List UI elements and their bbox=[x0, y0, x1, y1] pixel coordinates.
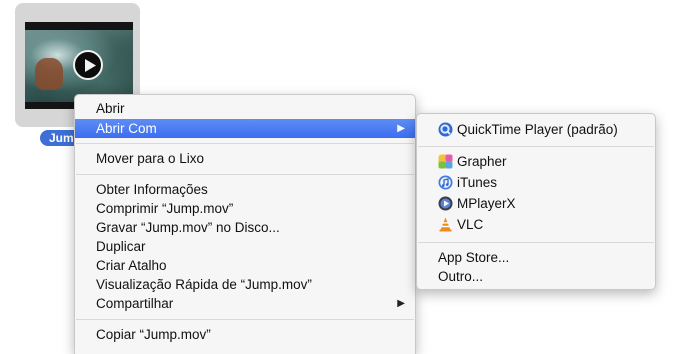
menu-separator bbox=[76, 319, 414, 320]
app-item-label: QuickTime Player (padrão) bbox=[457, 122, 618, 137]
open-with-submenu: QuickTime Player (padrão) Grapher iTunes… bbox=[416, 113, 656, 290]
submenu-item-app-store[interactable]: App Store... bbox=[417, 248, 655, 267]
menu-item-visualizacao-rapida[interactable]: Visualização Rápida de “Jump.mov” bbox=[75, 275, 415, 294]
context-menu: Abrir Abrir Com ▶ Mover para o Lixo Obte… bbox=[74, 94, 416, 354]
menu-item-label: Copiar “Jump.mov” bbox=[96, 327, 211, 342]
menu-item-gravar-disco[interactable]: Gravar “Jump.mov” no Disco... bbox=[75, 218, 415, 237]
menu-item-abrir-com[interactable]: Abrir Com ▶ bbox=[75, 119, 415, 138]
app-item-label: VLC bbox=[457, 217, 484, 232]
menu-item-label: Gravar “Jump.mov” no Disco... bbox=[96, 220, 280, 235]
menu-item-compartilhar[interactable]: Compartilhar ▶ bbox=[75, 294, 415, 313]
itunes-icon bbox=[438, 175, 453, 190]
menu-item-label: Abrir Com bbox=[96, 121, 157, 136]
menu-separator bbox=[418, 242, 654, 243]
submenu-arrow-icon: ▶ bbox=[397, 298, 405, 309]
submenu-item-label: App Store... bbox=[438, 250, 510, 265]
submenu-arrow-icon: ▶ bbox=[397, 123, 405, 134]
menu-item-comprimir[interactable]: Comprimir “Jump.mov” bbox=[75, 199, 415, 218]
menu-item-label: Obter Informações bbox=[96, 182, 208, 197]
quicktime-icon bbox=[438, 122, 453, 137]
menu-separator bbox=[76, 143, 414, 144]
vlc-icon bbox=[439, 217, 452, 232]
app-item-label: Grapher bbox=[457, 154, 507, 169]
menu-item-label: Mover para o Lixo bbox=[96, 151, 205, 166]
menu-item-label: Abrir bbox=[96, 101, 125, 116]
menu-item-criar-atalho[interactable]: Criar Atalho bbox=[75, 256, 415, 275]
menu-item-mover-para-lixo[interactable]: Mover para o Lixo bbox=[75, 149, 415, 168]
app-item-grapher[interactable]: Grapher bbox=[417, 152, 655, 171]
menu-item-copiar[interactable]: Copiar “Jump.mov” bbox=[75, 325, 415, 344]
menu-item-label: Comprimir “Jump.mov” bbox=[96, 201, 234, 216]
video-figure bbox=[35, 58, 63, 90]
grapher-icon bbox=[438, 154, 453, 169]
app-item-label: MPlayerX bbox=[457, 196, 516, 211]
menu-separator bbox=[418, 146, 654, 147]
menu-item-label: Compartilhar bbox=[96, 296, 174, 311]
app-item-label: iTunes bbox=[457, 175, 498, 190]
app-item-mplayerx[interactable]: MPlayerX bbox=[417, 194, 655, 213]
menu-item-duplicar[interactable]: Duplicar bbox=[75, 237, 415, 256]
menu-item-label: Visualização Rápida de “Jump.mov” bbox=[96, 277, 312, 292]
app-item-vlc[interactable]: VLC bbox=[417, 215, 655, 234]
mplayerx-icon bbox=[438, 196, 453, 211]
menu-item-abrir[interactable]: Abrir bbox=[75, 99, 415, 118]
menu-item-label: Duplicar bbox=[96, 239, 146, 254]
play-icon bbox=[73, 50, 103, 80]
submenu-item-label: Outro... bbox=[438, 269, 484, 284]
menu-separator bbox=[76, 174, 414, 175]
menu-item-obter-informacoes[interactable]: Obter Informações bbox=[75, 180, 415, 199]
app-item-itunes[interactable]: iTunes bbox=[417, 173, 655, 192]
menu-item-label: Criar Atalho bbox=[96, 258, 167, 273]
submenu-item-outro[interactable]: Outro... bbox=[417, 267, 655, 286]
app-item-quicktime[interactable]: QuickTime Player (padrão) bbox=[417, 120, 655, 139]
